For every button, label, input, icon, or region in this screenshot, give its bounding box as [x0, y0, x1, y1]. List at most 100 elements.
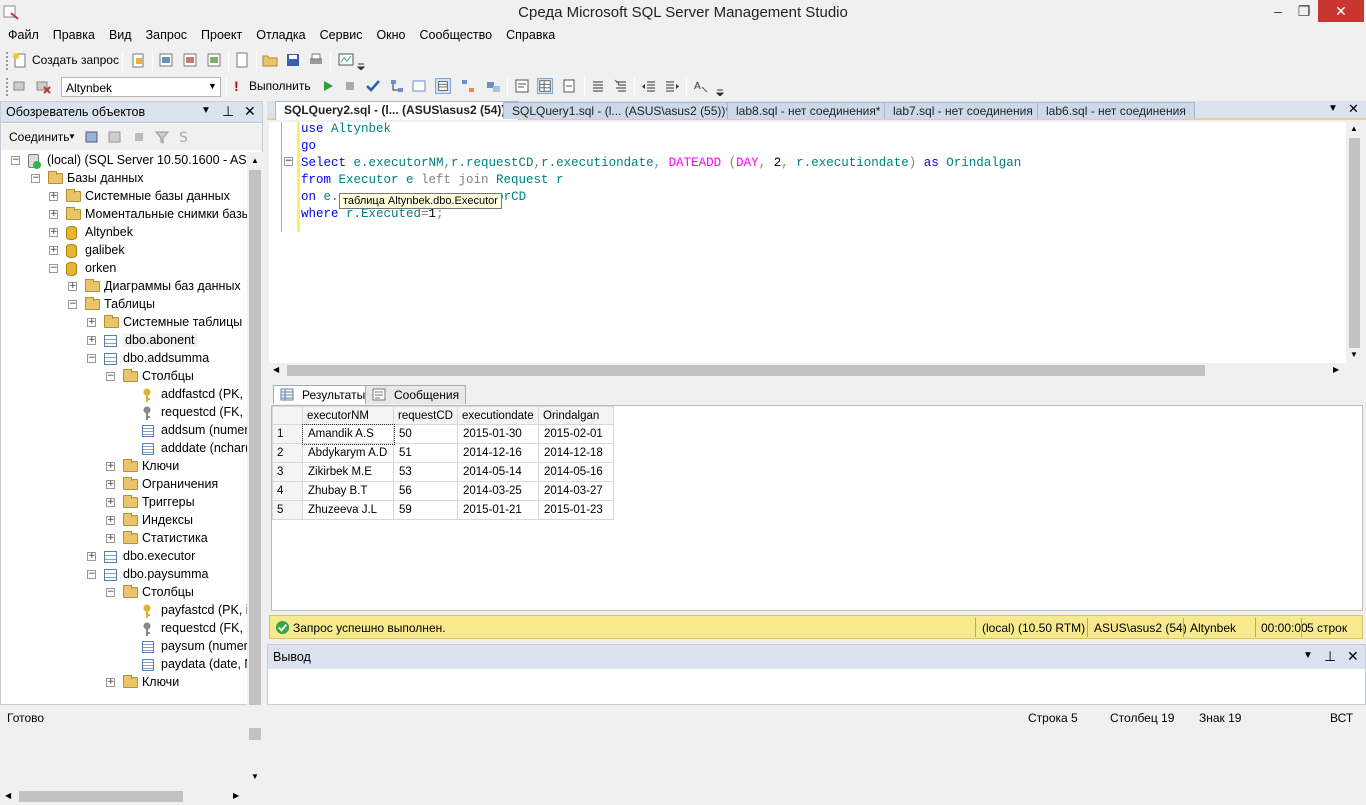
tree-node[interactable]: + Индексы — [1, 512, 247, 530]
specify-template-values-icon[interactable]: A — [693, 78, 709, 94]
dropdown-arrow-icon[interactable]: ▼ — [1303, 650, 1313, 661]
collapse-icon[interactable]: − — [68, 300, 77, 309]
tab-sqlquery2[interactable]: SQLQuery2.sql - (l... (ASUS\asus2 (54))* — [275, 101, 520, 120]
tree-node[interactable]: + Моментальные снимки базы — [1, 206, 247, 224]
toolbar-overflow-icon[interactable] — [716, 88, 724, 96]
tree-node[interactable]: + dbo.executor — [1, 548, 247, 566]
pin-icon[interactable]: ⊥ — [222, 103, 234, 120]
expand-icon[interactable]: + — [49, 210, 58, 219]
tree-node[interactable]: + Системные таблицы — [1, 314, 247, 332]
tree-node[interactable]: requestcd (FK, in — [1, 404, 247, 422]
tree-node[interactable]: paydata (date, N — [1, 656, 247, 674]
scroll-up-icon[interactable]: ▲ — [251, 156, 259, 165]
tree-node[interactable]: + Триггеры — [1, 494, 247, 512]
tree-node[interactable]: + galibek — [1, 242, 247, 260]
maximize-button[interactable]: ❐ — [1291, 0, 1317, 22]
table-cell[interactable]: 53 — [393, 462, 458, 482]
collapse-icon[interactable]: − — [87, 354, 96, 363]
refresh-icon[interactable]: S — [177, 129, 193, 145]
menu-help[interactable]: Справка — [499, 26, 562, 46]
dropdown-arrow-icon[interactable]: ▼ — [201, 105, 211, 116]
menu-community[interactable]: Сообщество — [413, 26, 500, 46]
tree-node[interactable]: addsum (numer — [1, 422, 247, 440]
table-cell[interactable]: 2014-05-16 — [538, 462, 614, 482]
comment-out-icon[interactable] — [590, 78, 606, 94]
pin-icon[interactable]: ⊥ — [1324, 648, 1336, 665]
increase-indent-icon[interactable] — [664, 78, 680, 94]
connect-button[interactable]: Соединить — [9, 130, 70, 144]
table-cell[interactable]: 2014-12-18 — [538, 443, 614, 463]
scroll-down-icon[interactable]: ▼ — [1350, 350, 1358, 359]
editor-horizontal-scrollbar[interactable]: ◀ ▶ — [269, 363, 1346, 379]
execute-icon[interactable]: ! — [234, 78, 239, 94]
results-to-text-icon[interactable] — [514, 78, 530, 94]
menu-edit[interactable]: Правка — [46, 26, 102, 46]
tab-lab8[interactable]: lab8.sql - нет соединения* — [727, 102, 890, 119]
display-plan-icon[interactable] — [389, 78, 405, 94]
new-db-query-icon[interactable] — [130, 52, 146, 68]
stop-icon[interactable] — [342, 78, 358, 94]
tree-node[interactable]: − Базы данных — [1, 170, 247, 188]
print-icon[interactable] — [308, 52, 324, 68]
disconnect-object-icon[interactable] — [107, 129, 123, 145]
collapse-icon[interactable]: − — [11, 156, 20, 165]
table-cell[interactable]: 2015-01-30 — [457, 424, 539, 444]
results-to-grid-icon[interactable] — [435, 78, 451, 94]
row-number[interactable]: 3 — [272, 462, 303, 482]
tree-node[interactable]: − Столбцы — [1, 584, 247, 602]
expand-icon[interactable]: + — [49, 228, 58, 237]
new-query-button[interactable]: Создать запрос — [32, 53, 119, 67]
collapse-icon[interactable]: − — [106, 588, 115, 597]
tab-list-dropdown-icon[interactable]: ▼ — [1328, 103, 1338, 114]
database-select[interactable]: Altynbek ▼ — [61, 77, 221, 97]
tree-node[interactable]: − Таблицы — [1, 296, 247, 314]
save-icon[interactable] — [285, 52, 301, 68]
scroll-up-icon[interactable]: ▲ — [1350, 124, 1358, 133]
tab-lab7[interactable]: lab7.sql - нет соединения — [884, 102, 1042, 119]
expand-icon[interactable]: + — [106, 462, 115, 471]
expand-icon[interactable]: + — [87, 336, 96, 345]
tree-node[interactable]: + Altynbek — [1, 224, 247, 242]
expand-icon[interactable]: + — [87, 552, 96, 561]
xmla-query-icon[interactable] — [206, 52, 222, 68]
column-header[interactable]: executiondate — [457, 406, 539, 425]
uncomment-icon[interactable] — [613, 78, 629, 94]
tab-lab6[interactable]: lab6.sql - нет соединения — [1037, 102, 1195, 119]
results-to-file-icon[interactable] — [561, 78, 577, 94]
debug-play-icon[interactable] — [320, 78, 336, 94]
menu-debug[interactable]: Отладка — [249, 26, 312, 46]
table-row[interactable]: 3 Zikirbek M.E 53 2014-05-14 2014-05-16 — [272, 462, 614, 482]
expand-icon[interactable]: + — [68, 282, 77, 291]
table-cell[interactable]: 51 — [393, 443, 458, 463]
collapse-icon[interactable]: − — [106, 372, 115, 381]
expand-icon[interactable]: + — [49, 192, 58, 201]
tree-node[interactable]: − orken — [1, 260, 247, 278]
table-cell[interactable]: Amandik A.S — [301, 423, 395, 445]
tree-node[interactable]: + Ключи — [1, 674, 247, 692]
row-number[interactable]: 4 — [272, 481, 303, 501]
menu-file[interactable]: Файл — [0, 26, 46, 46]
tab-results[interactable]: Результаты — [273, 385, 373, 404]
tab-messages[interactable]: Сообщения — [365, 385, 467, 404]
expand-icon[interactable]: + — [106, 498, 115, 507]
table-cell[interactable]: Zhuzeeva J.L — [302, 500, 394, 520]
row-number-header[interactable] — [272, 406, 303, 425]
tree-node[interactable]: + dbo.abonent — [1, 332, 247, 350]
collapse-icon[interactable]: − — [87, 570, 96, 579]
collapse-icon[interactable]: − — [31, 174, 40, 183]
tree-node[interactable]: − Столбцы — [1, 368, 247, 386]
tree-vertical-scrollbar[interactable]: ▲ ▼ — [247, 152, 263, 787]
table-cell[interactable]: 2015-01-21 — [457, 500, 539, 520]
scroll-down-icon[interactable]: ▼ — [251, 772, 259, 781]
expand-icon[interactable]: + — [106, 480, 115, 489]
collapse-icon[interactable]: − — [49, 264, 58, 273]
open-file-icon[interactable] — [262, 52, 278, 68]
connect-object-icon[interactable] — [84, 129, 100, 145]
include-plan-icon[interactable] — [460, 78, 476, 94]
table-cell[interactable]: 2014-03-27 — [538, 481, 614, 501]
tree-node[interactable]: + Системные базы данных — [1, 188, 247, 206]
tree-node[interactable]: − (local) (SQL Server 10.50.1600 - ASUS\a — [1, 152, 247, 170]
table-row[interactable]: 2 Abdykarym A.D 51 2014-12-16 2014-12-18 — [272, 443, 614, 463]
menu-window[interactable]: Окно — [369, 26, 412, 46]
menu-view[interactable]: Вид — [102, 26, 139, 46]
